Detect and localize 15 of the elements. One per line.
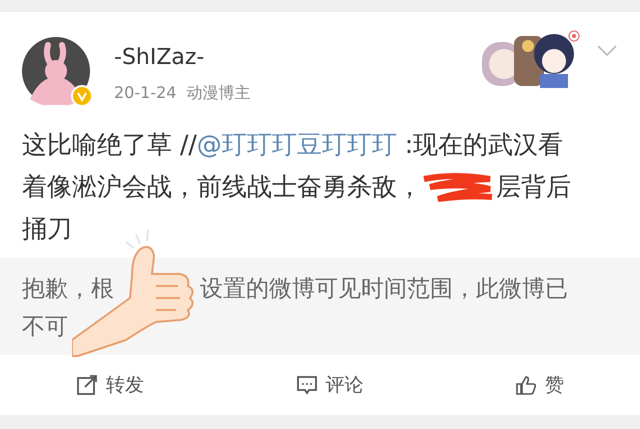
post-date: 20-1-24	[114, 83, 176, 102]
comment-icon	[296, 374, 318, 396]
repost-icon	[76, 374, 98, 396]
thumbs-up-icon	[515, 374, 538, 396]
post-text: 这比喻绝了草 //@玎玎玎豆玎玎玎 :现在的武汉看着像淞沪会战，前线战士奋勇杀敌， 层背后捅刀	[0, 120, 640, 258]
author-name[interactable]: -ShIZaz-	[114, 45, 251, 72]
notice-text: 不可	[22, 313, 69, 342]
notice-text: 抱歉，根	[22, 276, 114, 302]
author-tag: 动漫博主	[186, 83, 251, 102]
mention-link[interactable]: @玎玎玎豆玎玎玎	[196, 130, 397, 159]
repost-button[interactable]: 转发	[70, 370, 150, 400]
comment-button[interactable]: 评论	[290, 370, 370, 400]
notice-text: 设置的微博可见时间范围，此微博已	[200, 276, 568, 302]
like-button[interactable]: 赞	[509, 370, 570, 400]
avatar[interactable]	[22, 37, 90, 105]
